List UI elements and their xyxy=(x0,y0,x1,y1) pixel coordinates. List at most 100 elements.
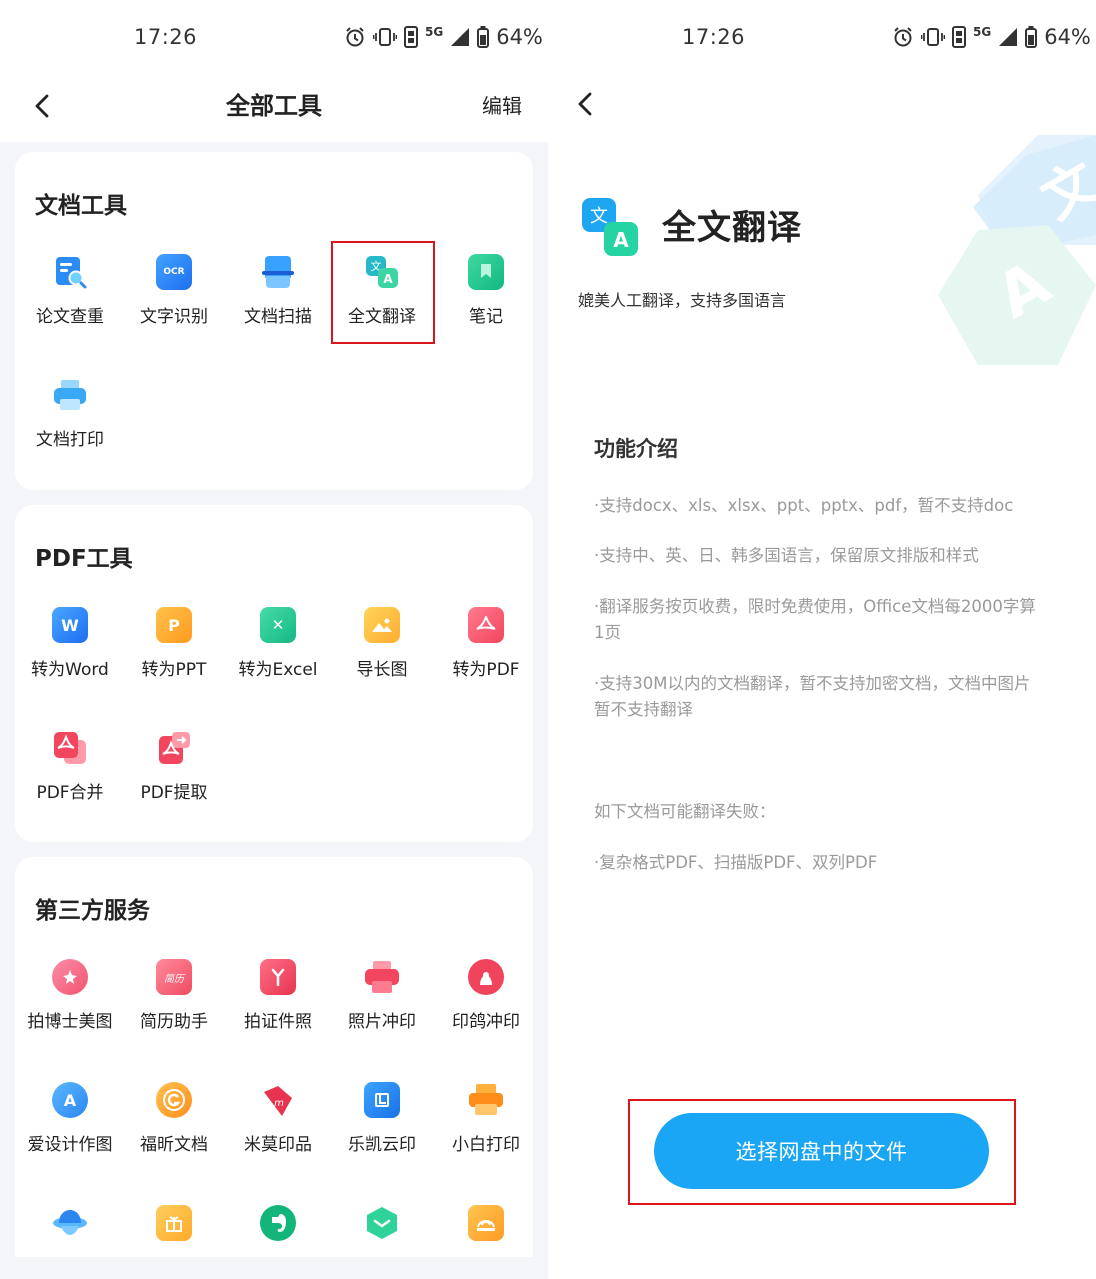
tool-cloud-hat[interactable] xyxy=(18,1189,122,1279)
tool-label: 论文查重 xyxy=(36,307,104,327)
tool-ocr[interactable]: OCR 文字识别 xyxy=(122,238,226,348)
tool-label: 爱设计作图 xyxy=(27,1135,113,1155)
tool-note[interactable]: 笔记 xyxy=(434,238,538,348)
mimo-icon: m xyxy=(260,1082,296,1118)
edit-button[interactable]: 编辑 xyxy=(482,90,522,119)
photo-beauty-icon xyxy=(52,959,88,995)
tool-green-box[interactable] xyxy=(330,1189,434,1279)
tool-label: 转为PPT xyxy=(141,660,207,680)
design-icon: A xyxy=(52,1082,88,1118)
tool-label: PDF提取 xyxy=(140,783,208,803)
tool-label: 拍证件照 xyxy=(244,1012,312,1032)
lekai-icon xyxy=(364,1082,400,1118)
tool-to-excel[interactable]: ✕ 转为Excel xyxy=(226,591,330,701)
feature-line: ·支持docx、xls、xlsx、ppt、pptx、pdf，暂不支持doc xyxy=(594,496,1014,515)
doc-scan-icon xyxy=(260,254,296,290)
status-bar: 17:26 5G 64% xyxy=(0,0,548,70)
select-file-button[interactable]: 选择网盘中的文件 xyxy=(654,1113,989,1189)
tool-evernote[interactable] xyxy=(226,1189,330,1279)
xiaobai-print-icon xyxy=(468,1082,504,1118)
tool-label: 笔记 xyxy=(469,307,503,327)
tool-label: 全文翻译 xyxy=(348,307,416,327)
tool-mimo[interactable]: m 米莫印品 xyxy=(226,1066,330,1176)
tool-label: 转为PDF xyxy=(452,660,520,680)
tool-label: 照片冲印 xyxy=(348,1012,416,1032)
tool-photo-beauty[interactable]: 拍博士美图 xyxy=(18,943,122,1053)
tool-paper-check[interactable]: 论文查重 xyxy=(18,238,122,348)
battery-icon xyxy=(477,26,490,48)
fail-item: ·复杂格式PDF、扫描版PDF、双列PDF xyxy=(594,853,878,872)
back-button[interactable] xyxy=(565,84,605,124)
pdf-extract-icon xyxy=(156,730,192,766)
top-bar xyxy=(548,70,1096,136)
tool-label: 文档扫描 xyxy=(244,307,312,327)
tool-design[interactable]: A 爱设计作图 xyxy=(18,1066,122,1176)
tool-label: 转为Word xyxy=(31,660,109,680)
tool-xiaobai-print[interactable]: 小白打印 xyxy=(434,1066,538,1176)
network-type: 5G xyxy=(973,25,992,39)
photo-print-icon xyxy=(364,959,400,995)
green-box-icon xyxy=(364,1205,400,1241)
doc-tools-card: 文档工具 论文查重 OCR 文字识别 文档扫描 文A 全文翻译 笔记 文档打印 xyxy=(15,152,533,490)
gift-icon xyxy=(156,1205,192,1241)
tool-photo-print[interactable]: 照片冲印 xyxy=(330,943,434,1053)
svg-text:m: m xyxy=(274,1098,284,1109)
tool-yinge[interactable]: 印鸽冲印 xyxy=(434,943,538,1053)
tool-label: 米莫印品 xyxy=(244,1135,312,1155)
tool-label: 小白打印 xyxy=(452,1135,520,1155)
feature-subtitle: 媲美人工翻译，支持多国语言 xyxy=(578,291,787,310)
battery-percent: 64% xyxy=(1044,25,1091,49)
cloud-hat-icon xyxy=(52,1205,88,1241)
tool-lekai[interactable]: 乐凯云印 xyxy=(330,1066,434,1176)
excel-icon: ✕ xyxy=(260,607,296,643)
tool-orange-print[interactable] xyxy=(434,1189,538,1279)
translate-icon: 文A xyxy=(364,254,400,290)
tool-resume[interactable]: 简历 简历助手 xyxy=(122,943,226,1053)
status-icons: 5G 64% xyxy=(344,22,543,52)
tool-print[interactable]: 文档打印 xyxy=(18,361,122,471)
feature-title: 全文翻译 xyxy=(662,208,802,248)
tool-to-pdf[interactable]: 转为PDF xyxy=(434,591,538,701)
signal-icon xyxy=(999,28,1018,46)
tool-label: 文字识别 xyxy=(140,307,208,327)
signal-icon xyxy=(451,28,470,46)
tool-doc-scan[interactable]: 文档扫描 xyxy=(226,238,330,348)
pdf-icon xyxy=(468,607,504,643)
page-title: 全部工具 xyxy=(226,92,322,120)
long-image-icon xyxy=(364,607,400,643)
svg-text:文: 文 xyxy=(590,206,608,227)
tool-label: 转为Excel xyxy=(238,660,318,680)
tool-foxit[interactable]: 福昕文档 xyxy=(122,1066,226,1176)
battery-icon xyxy=(1025,26,1038,48)
ppt-icon: P xyxy=(156,607,192,643)
ocr-icon: OCR xyxy=(156,254,192,290)
svg-text:A: A xyxy=(613,228,629,252)
feature-line: ·支持中、英、日、韩多国语言，保留原文排版和样式 xyxy=(594,546,979,565)
intro-heading: 功能介绍 xyxy=(594,437,678,461)
section-title: 第三方服务 xyxy=(35,898,150,924)
feature-line: ·支持30M以内的文档翻译，暂不支持加密文档，文档中图片暂不支持翻译 xyxy=(594,674,1031,719)
tool-pdf-extract[interactable]: PDF提取 xyxy=(122,714,226,824)
status-time: 17:26 xyxy=(134,25,198,49)
tool-translate[interactable]: 文A 全文翻译 xyxy=(330,238,434,348)
alarm-icon xyxy=(346,27,364,47)
alarm-icon xyxy=(894,27,912,47)
left-screen: 17:26 5G 64% 全部工具 编辑 文档工具 论文查重 OCR 文字识别 … xyxy=(0,0,548,1279)
right-screen: 17:26 5G 64% 文 A 文 A 全文翻译 媲美人工翻译，支持多国语言 … xyxy=(548,0,1096,1279)
vibrate-icon xyxy=(373,28,397,46)
tool-id-photo[interactable]: 拍证件照 xyxy=(226,943,330,1053)
translate-watermark-icon: 文 A xyxy=(938,135,1096,365)
translate-icon: 文 A xyxy=(582,198,638,256)
yinge-icon xyxy=(468,959,504,995)
vibrate-icon xyxy=(921,28,945,46)
paper-check-icon xyxy=(52,254,88,290)
tool-long-image[interactable]: 导长图 xyxy=(330,591,434,701)
tool-gift[interactable] xyxy=(122,1189,226,1279)
printer-icon xyxy=(52,377,88,413)
section-title: PDF工具 xyxy=(35,546,133,572)
tool-label: 印鸽冲印 xyxy=(452,1012,520,1032)
tool-pdf-merge[interactable]: PDF合并 xyxy=(18,714,122,824)
tool-to-word[interactable]: W 转为Word xyxy=(18,591,122,701)
status-time: 17:26 xyxy=(682,25,746,49)
tool-to-ppt[interactable]: P 转为PPT xyxy=(122,591,226,701)
